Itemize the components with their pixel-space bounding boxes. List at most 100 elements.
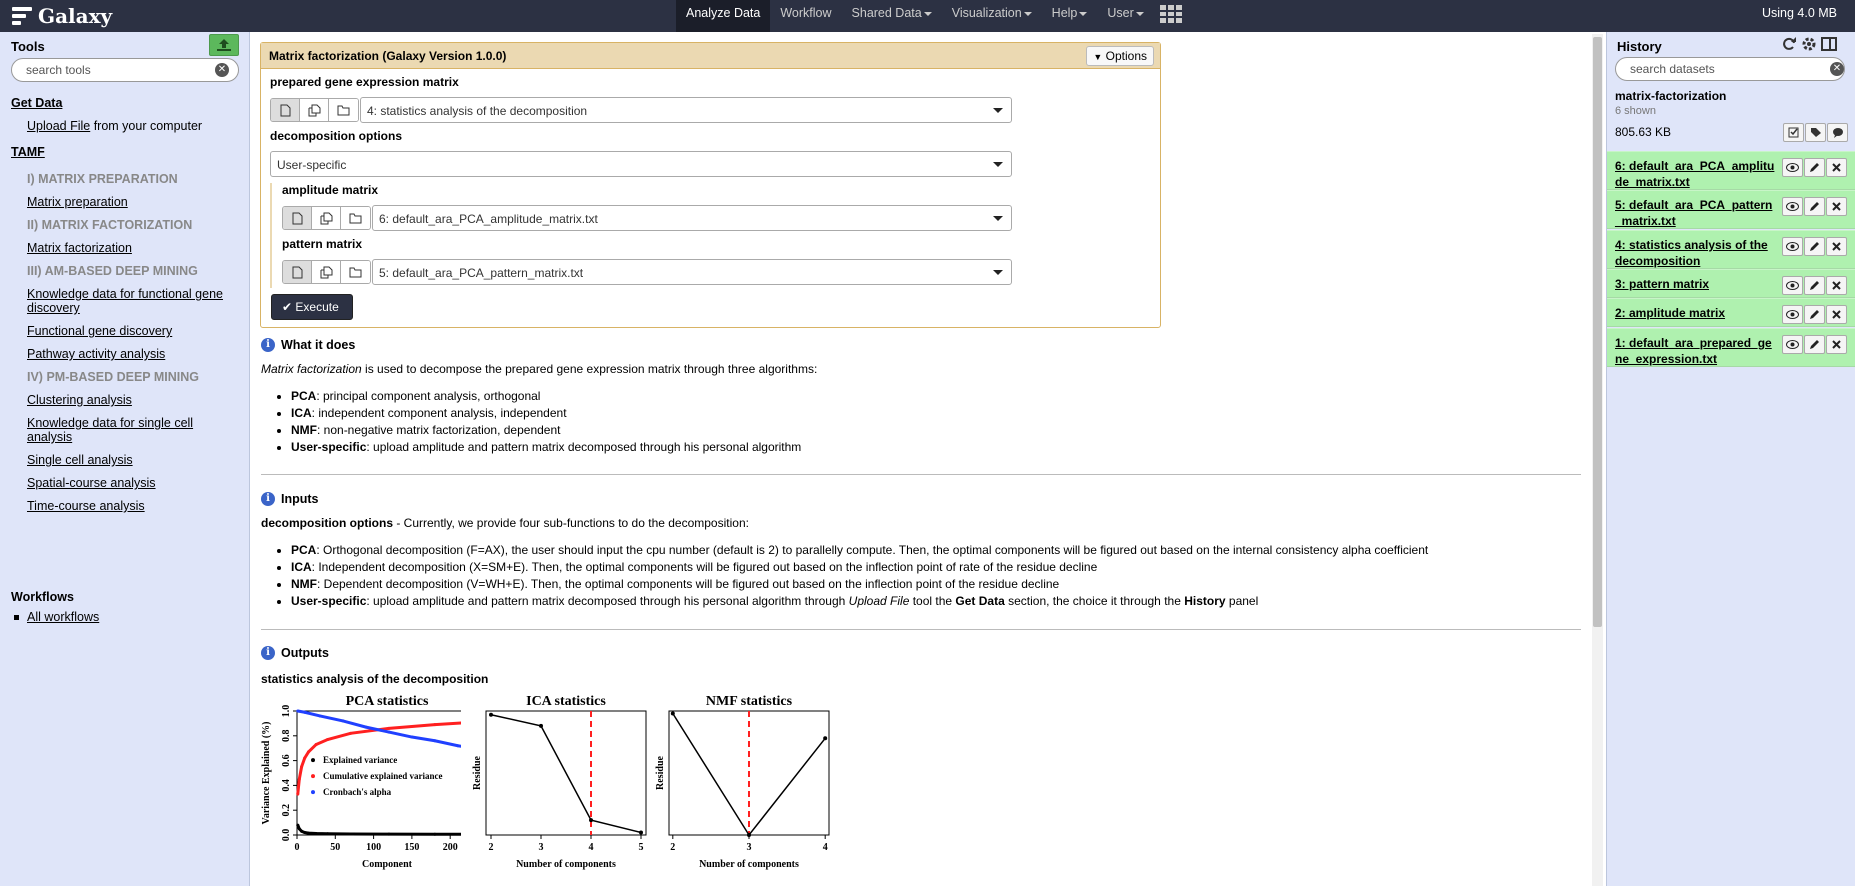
item-term: NMF <box>291 577 317 591</box>
pencil-icon[interactable] <box>1804 237 1825 256</box>
clear-search-icon[interactable]: ✕ <box>1830 62 1844 76</box>
delete-icon[interactable] <box>1826 237 1847 256</box>
pencil-icon[interactable] <box>1804 197 1825 216</box>
delete-icon[interactable] <box>1826 305 1847 324</box>
history-dataset[interactable]: 1: default_ara_prepared_gene_expression.… <box>1607 328 1855 367</box>
collection-icon[interactable] <box>341 207 370 229</box>
history-dataset[interactable]: 5: default_ara_PCA_pattern_matrix.txt <box>1607 190 1855 229</box>
tool-knowledge-data-for-single-cell-link[interactable]: Knowledge data for single cell <box>27 416 193 430</box>
tool-time-course-analysis-link[interactable]: Time-course analysis <box>27 499 145 513</box>
dataset-actions <box>1781 335 1847 354</box>
dataset-title[interactable]: 4: statistics analysis of the decomposit… <box>1615 237 1775 269</box>
eye-icon[interactable] <box>1782 276 1803 295</box>
all-workflows-link[interactable]: All workflows <box>27 610 99 624</box>
upload-file-link[interactable]: Upload File <box>27 119 90 133</box>
eye-icon[interactable] <box>1782 305 1803 324</box>
refresh-icon[interactable] <box>1781 36 1797 52</box>
history-dataset[interactable]: 6: default_ara_PCA_amplitude_matrix.txt <box>1607 151 1855 190</box>
nav-analyze-data[interactable]: Analyze Data <box>676 0 771 32</box>
select-all-icon[interactable] <box>1783 123 1804 142</box>
dataset-actions <box>1781 197 1847 216</box>
collection-icon[interactable] <box>329 99 358 121</box>
options-button[interactable]: ▼ Options <box>1086 46 1154 66</box>
eye-icon[interactable] <box>1782 158 1803 177</box>
tool-pathway-activity-analysis-link[interactable]: Pathway activity analysis <box>27 347 165 361</box>
columns-icon[interactable] <box>1821 36 1837 52</box>
tool-matrix-preparation-link[interactable]: Matrix preparation <box>27 195 128 209</box>
tool-knowledge-data-for-functional-gene-link[interactable]: Knowledge data for functional gene <box>27 287 223 301</box>
dataset-title[interactable]: 5: default_ara_PCA_pattern_matrix.txt <box>1615 197 1775 229</box>
nav-visualization[interactable]: Visualization <box>942 0 1042 32</box>
dataset-title[interactable]: 2: amplitude matrix <box>1615 305 1775 321</box>
multiple-datasets-icon[interactable] <box>312 261 341 283</box>
decomposition-options-select[interactable]: User-specific <box>270 151 1012 177</box>
delete-icon[interactable] <box>1826 158 1847 177</box>
inputs-intro-rest: - Currently, we provide four sub-functio… <box>393 516 749 530</box>
multiple-datasets-icon[interactable] <box>300 99 329 121</box>
dataset-title[interactable]: 3: pattern matrix <box>1615 276 1775 292</box>
tool-single-cell-analysis-link[interactable]: Single cell analysis <box>27 453 133 467</box>
tool-spatial-course-analysis-link[interactable]: Spatial-course analysis <box>27 476 156 490</box>
tool-functional-gene-discovery-link[interactable]: Functional gene discovery <box>27 324 172 338</box>
galaxy-logo-icon <box>12 7 32 25</box>
delete-icon[interactable] <box>1826 197 1847 216</box>
tool-discovery-link[interactable]: discovery <box>27 301 80 315</box>
collection-icon[interactable] <box>341 261 370 283</box>
history-dataset[interactable]: 4: statistics analysis of the decomposit… <box>1607 230 1855 269</box>
caret-down-icon <box>1079 11 1088 16</box>
brand-label: Galaxy <box>38 4 113 28</box>
pencil-icon[interactable] <box>1804 305 1825 324</box>
eye-icon[interactable] <box>1782 237 1803 256</box>
tags-icon[interactable] <box>1805 123 1826 142</box>
execute-button[interactable]: ✔ Execute <box>271 294 353 320</box>
tool-clustering-analysis-link[interactable]: Clustering analysis <box>27 393 132 407</box>
nav-help[interactable]: Help <box>1042 0 1098 32</box>
history-dataset[interactable]: 3: pattern matrix <box>1607 269 1855 298</box>
y-axis-label: Residue <box>472 756 483 790</box>
pattern-matrix-select[interactable]: 5: default_ara_PCA_pattern_matrix.txt <box>372 259 1012 285</box>
clear-search-icon[interactable]: ✕ <box>215 63 229 77</box>
apps-grid-icon[interactable] <box>1158 3 1182 25</box>
history-dataset[interactable]: 2: amplitude matrix <box>1607 298 1855 327</box>
tool-analysis-link[interactable]: analysis <box>27 430 72 444</box>
history-actions <box>1782 123 1848 142</box>
eye-icon[interactable] <box>1782 335 1803 354</box>
amplitude-matrix-select[interactable]: 6: default_ara_PCA_amplitude_matrix.txt <box>372 205 1012 231</box>
annotation-icon[interactable] <box>1827 123 1848 142</box>
delete-icon[interactable] <box>1826 335 1847 354</box>
section-tool-iii-am-based-deep-mining: III) AM-BASED DEEP MINING <box>27 264 198 278</box>
upload-button[interactable] <box>209 34 239 56</box>
eye-icon[interactable] <box>1782 197 1803 216</box>
single-dataset-icon[interactable] <box>271 99 300 121</box>
nav-user[interactable]: User <box>1097 0 1153 32</box>
pencil-icon[interactable] <box>1804 276 1825 295</box>
inputs-title: Inputs <box>281 492 319 506</box>
nav-workflow[interactable]: Workflow <box>770 0 841 32</box>
intro-emphasis: Matrix factorization <box>261 362 362 376</box>
nav-shared-data[interactable]: Shared Data <box>842 0 942 32</box>
check-icon: ✔ <box>282 300 293 314</box>
tool-matrix-factorization-link[interactable]: Matrix factorization <box>27 241 132 255</box>
dataset-title[interactable]: 6: default_ara_PCA_amplitude_matrix.txt <box>1615 158 1775 190</box>
data-point <box>387 730 391 734</box>
galaxy-brand[interactable]: Galaxy <box>12 3 112 29</box>
dataset-title[interactable]: 1: default_ara_prepared_gene_expression.… <box>1615 335 1775 367</box>
data-point <box>433 739 437 743</box>
dataset-search-input[interactable]: search datasets <box>1615 57 1845 81</box>
delete-icon[interactable] <box>1826 276 1847 295</box>
get-data-link[interactable]: Get Data <box>11 96 62 110</box>
item-part-b2: Get Data <box>955 594 1005 608</box>
history-name[interactable]: matrix-factorization <box>1615 89 1726 103</box>
scrollbar-thumb[interactable] <box>1593 37 1602 627</box>
pencil-icon[interactable] <box>1804 335 1825 354</box>
tamf-section-link[interactable]: TAMF <box>11 145 45 159</box>
item-description: : principal component analysis, orthogon… <box>316 389 541 403</box>
prepared-matrix-select[interactable]: 4: statistics analysis of the decomposit… <box>360 97 1012 123</box>
gear-icon[interactable] <box>1801 36 1817 52</box>
pencil-icon[interactable] <box>1804 158 1825 177</box>
center-scrollbar[interactable] <box>1592 34 1603 886</box>
tool-search-input[interactable]: search tools <box>11 58 239 82</box>
single-dataset-icon[interactable] <box>283 207 312 229</box>
single-dataset-icon[interactable] <box>283 261 312 283</box>
multiple-datasets-icon[interactable] <box>312 207 341 229</box>
